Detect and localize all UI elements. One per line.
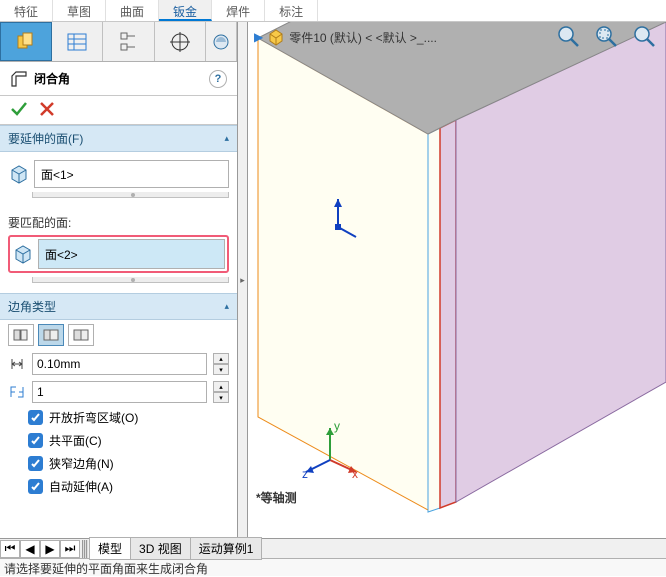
checkbox-coplanar[interactable]: 共平面(C) [0, 429, 237, 452]
ratio-row: ▴▾ [0, 378, 237, 406]
appearance-icon [212, 30, 230, 54]
cancel-button[interactable] [38, 100, 56, 118]
zoom-area-icon[interactable] [594, 24, 620, 50]
ratio-down-button[interactable]: ▾ [213, 392, 229, 403]
tab-surface[interactable]: 曲面 [106, 0, 159, 21]
checkbox-icon [28, 433, 43, 448]
tab-weldment[interactable]: 焊件 [212, 0, 265, 21]
checkbox-label: 狭窄边角(N) [49, 455, 114, 472]
viewport-toolbar [556, 24, 658, 50]
section-corner-header[interactable]: 边角类型 ▴ [0, 293, 237, 320]
gap-icon [9, 356, 25, 372]
corner-overlap-button[interactable] [38, 324, 64, 346]
ratio-icon [9, 384, 25, 400]
config-icon [117, 30, 141, 54]
panel-tab-strip [0, 22, 237, 62]
tab-nav-next[interactable]: ▶ [40, 540, 60, 558]
gap-down-button[interactable]: ▾ [213, 364, 229, 375]
svg-text:x: x [352, 467, 358, 480]
feature-title: 闭合角 [34, 70, 70, 87]
chevron-up-icon: ▴ [224, 133, 229, 144]
ratio-input[interactable] [32, 381, 207, 403]
checkbox-icon [28, 410, 43, 425]
breadcrumb[interactable]: ▶ 零件10 (默认) < <默认 >_.... [254, 28, 437, 46]
bottom-tab-motion[interactable]: 运动算例1 [190, 537, 263, 560]
feature-header: 闭合角 ? [0, 62, 237, 96]
checkbox-label: 开放折弯区域(O) [49, 409, 138, 426]
section-corner-label: 边角类型 [8, 298, 56, 315]
section-extend-label: 要延伸的面(F) [8, 130, 83, 147]
chevron-up-icon: ▴ [224, 301, 229, 312]
property-panel: 闭合角 ? 要延伸的面(F) ▴ 面<1> 要匹配的面: [0, 22, 238, 538]
gap-input[interactable] [32, 353, 207, 375]
panel-tab-feature[interactable] [0, 22, 52, 61]
faces-to-match-list[interactable]: 面<2> [38, 239, 225, 269]
checkbox-label: 自动延伸(A) [49, 478, 113, 495]
tab-nav-first[interactable]: ⏮ [0, 540, 20, 558]
tab-sheetmetal[interactable]: 钣金 [159, 0, 212, 21]
divider [82, 540, 88, 558]
section-extend-body: 面<1> [0, 152, 237, 208]
checkbox-icon [28, 456, 43, 471]
command-manager-tabs: 特征 草图 曲面 钣金 焊件 标注 [0, 0, 666, 22]
checkbox-label: 共平面(C) [49, 432, 102, 449]
face-icon [9, 164, 29, 184]
zoom-fit-icon[interactable] [556, 24, 582, 50]
panel-tab-property[interactable] [52, 22, 103, 61]
view-label: *等轴测 [256, 489, 297, 506]
faces-to-extend-list[interactable]: 面<1> [34, 160, 229, 188]
list-resize-handle[interactable] [32, 277, 229, 283]
feature-tree-icon [14, 30, 38, 54]
panel-tab-dimxpert[interactable] [155, 22, 206, 61]
tab-nav-last[interactable]: ⏭ [60, 540, 80, 558]
tab-sketch[interactable]: 草图 [53, 0, 106, 21]
closed-corner-icon [10, 70, 28, 88]
tab-feature[interactable]: 特征 [0, 0, 53, 21]
panel-tab-config[interactable] [103, 22, 154, 61]
ratio-up-button[interactable]: ▴ [213, 381, 229, 392]
property-manager-icon [65, 30, 89, 54]
axis-triad[interactable]: y x z [300, 420, 360, 480]
main-area: 闭合角 ? 要延伸的面(F) ▴ 面<1> 要匹配的面: [0, 22, 666, 538]
zoom-prev-icon[interactable] [632, 24, 658, 50]
graphics-viewport[interactable]: ▶ 零件10 (默认) < <默认 >_.... [248, 22, 666, 538]
corner-underlap-button[interactable] [68, 324, 94, 346]
gap-row: ▴▾ [0, 350, 237, 378]
chevron-right-icon: ▶ [254, 30, 263, 44]
gap-up-button[interactable]: ▴ [213, 353, 229, 364]
target-icon [168, 30, 192, 54]
bottom-tab-3dview[interactable]: 3D 视图 [130, 537, 191, 560]
tab-nav-prev[interactable]: ◀ [20, 540, 40, 558]
svg-text:z: z [302, 467, 308, 480]
svg-text:y: y [334, 420, 340, 433]
checkbox-narrow[interactable]: 狭窄边角(N) [0, 452, 237, 475]
face-icon [13, 244, 33, 264]
section-match-label: 要匹配的面: [0, 208, 237, 233]
tab-annotation[interactable]: 标注 [265, 0, 318, 21]
ok-cancel-row [0, 96, 237, 125]
help-icon[interactable]: ? [209, 70, 227, 88]
section-extend-header[interactable]: 要延伸的面(F) ▴ [0, 125, 237, 152]
chevron-right-icon: ▸ [240, 275, 245, 286]
checkbox-icon [28, 479, 43, 494]
corner-type-row [0, 320, 237, 350]
checkbox-open-bend[interactable]: 开放折弯区域(O) [0, 406, 237, 429]
ok-button[interactable] [10, 100, 28, 118]
panel-tab-more[interactable] [206, 22, 237, 61]
corner-butt-button[interactable] [8, 324, 34, 346]
bottom-tab-model[interactable]: 模型 [89, 537, 131, 560]
bottom-tab-bar: ⏮ ◀ ▶ ⏭ 模型 3D 视图 运动算例1 [0, 538, 666, 558]
list-resize-handle[interactable] [32, 192, 229, 198]
panel-collapse-handle[interactable]: ▸ [238, 22, 248, 538]
breadcrumb-text: 零件10 (默认) < <默认 >_.... [289, 29, 437, 46]
part-icon [267, 28, 285, 46]
checkbox-autoextend[interactable]: 自动延伸(A) [0, 475, 237, 498]
status-bar: 请选择要延伸的平面角面来生成闭合角 [0, 558, 666, 576]
